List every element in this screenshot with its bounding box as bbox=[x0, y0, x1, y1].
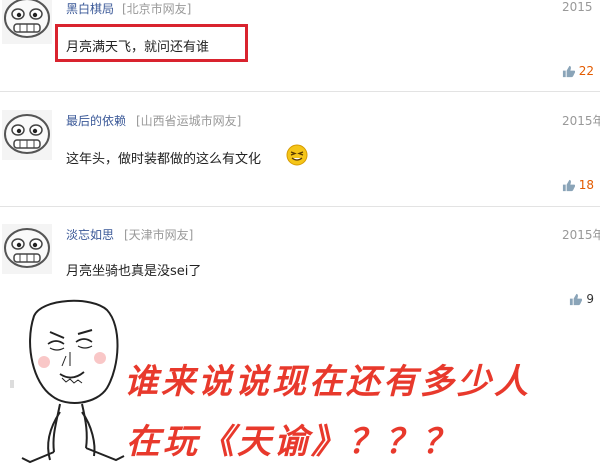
comment-location: [山西省运城市网友] bbox=[136, 114, 242, 128]
comment-username[interactable]: 黑白棋局 bbox=[66, 0, 114, 17]
grimace-face-avatar-icon[interactable] bbox=[2, 0, 52, 44]
divider bbox=[0, 91, 600, 92]
overlay-caption-line1: 谁来说说现在还有多少人 bbox=[124, 362, 531, 402]
comment-item: 最后的依赖 [山西省运城市网友] 2015年 这年头，做时装都做的这么有文化 1… bbox=[0, 100, 600, 198]
comment-date: 2015年 bbox=[562, 228, 600, 242]
thumbs-up-icon bbox=[562, 65, 575, 77]
comment-text: 月亮坐骑也真是没sei了 bbox=[66, 264, 202, 279]
comment-text: 这年头，做时装都做的这么有文化 bbox=[66, 152, 262, 167]
highlight-box bbox=[55, 24, 248, 62]
grimace-face-avatar-icon[interactable] bbox=[2, 110, 52, 160]
comment-location: [天津市网友] bbox=[124, 228, 194, 242]
like-count: 9 bbox=[586, 292, 594, 306]
thumbs-up-icon bbox=[570, 293, 583, 305]
thumbs-up-icon bbox=[562, 179, 575, 191]
comment-location: [北京市网友] bbox=[122, 2, 192, 16]
overlay-caption-line2: 在玩《天谕》？？？ bbox=[126, 422, 459, 462]
divider bbox=[0, 206, 600, 207]
like-button[interactable]: 9 bbox=[569, 292, 594, 306]
comment-date: 2015年 bbox=[562, 114, 600, 128]
like-button[interactable]: 22 bbox=[562, 64, 594, 78]
like-count: 18 bbox=[578, 178, 594, 192]
squinting-emoji-icon bbox=[286, 144, 308, 166]
like-count: 22 bbox=[578, 64, 594, 78]
rage-comic-guy-icon bbox=[21, 299, 125, 464]
comment-date: 2015 bbox=[562, 0, 593, 14]
comment-username[interactable]: 最后的依赖 bbox=[66, 112, 126, 129]
comment-username[interactable]: 淡忘如思 bbox=[66, 226, 114, 243]
like-button[interactable]: 18 bbox=[562, 178, 594, 192]
grimace-face-avatar-icon[interactable] bbox=[2, 224, 52, 274]
